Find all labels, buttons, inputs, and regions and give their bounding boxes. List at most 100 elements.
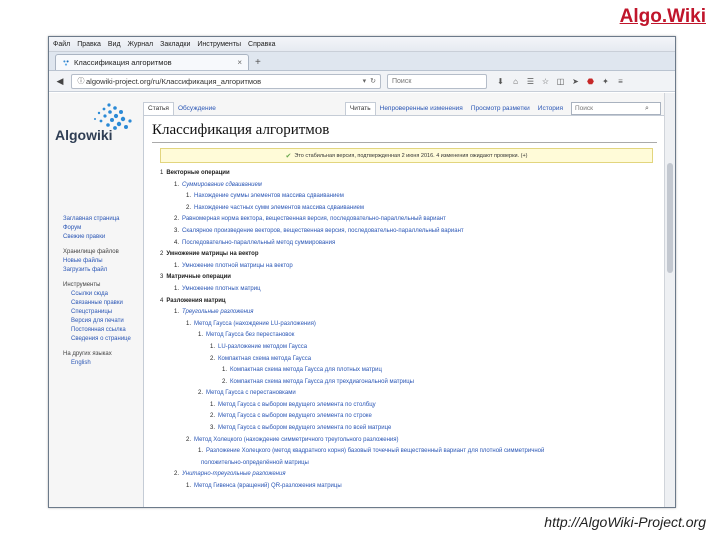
url-bar[interactable]: ⓘ algowiki-project.org/ru/Классификация_… <box>71 73 381 89</box>
toc-item[interactable]: 2 Умножение матрицы на вектор <box>160 249 657 261</box>
toc-item[interactable]: 1. LU-разложение методом Гаусса <box>160 342 657 354</box>
sidebar-link[interactable]: Форум <box>63 224 143 233</box>
toc-link[interactable]: положительно-определённой матрицы <box>201 460 309 466</box>
toc-item[interactable]: 1. Компактная схема метода Гаусса для пло… <box>160 365 657 377</box>
toc-item[interactable]: 1. Нахождение суммы элементов массива сдв… <box>160 191 657 203</box>
toc-link[interactable]: LU-разложение методом Гаусса <box>218 344 307 350</box>
flagged-revision-text[interactable]: Это стабильная версия, подтвержденная 2 … <box>294 153 527 159</box>
toc-item[interactable]: 2. Унитарно-треугольные разложения <box>160 469 657 481</box>
toc-link[interactable]: Компактная схема метода Гаусса <box>218 356 311 362</box>
toc-link[interactable]: Метод Гаусса с выбором ведущего элемента… <box>218 425 391 431</box>
toc-link[interactable]: Векторные операции <box>166 170 229 176</box>
toc-link[interactable]: Метод Холецкого (нахождение симметричног… <box>194 437 399 443</box>
toc-link[interactable]: Метод Гаусса без перестановок <box>206 332 294 338</box>
sidebar-link[interactable]: Связанные правки <box>63 299 143 308</box>
abp-icon[interactable]: ⬣ <box>583 77 598 86</box>
download-icon[interactable]: ⬇ <box>493 77 508 86</box>
toc-item[interactable]: 2. Компактная схема метода Гаусса <box>160 354 657 366</box>
toc-link[interactable]: Равномерная норма вектора, вещественная … <box>182 216 446 222</box>
sidebar-link[interactable]: Свежие правки <box>63 233 143 242</box>
toc-link[interactable]: Метод Гаусса (нахождение LU-разложения) <box>194 321 316 327</box>
menu-help[interactable]: Справка <box>248 41 275 48</box>
toc-item[interactable]: 3 Матричные операции <box>160 272 657 284</box>
send-icon[interactable]: ➤ <box>568 77 583 86</box>
toc-item[interactable]: 1. Умножение плотной матрицы на вектор <box>160 261 657 273</box>
menu-edit[interactable]: Правка <box>77 41 101 48</box>
toc-link[interactable]: Треугольные разложения <box>182 309 253 315</box>
toc-link[interactable]: Скалярное произведение векторов, веществ… <box>182 228 464 234</box>
browser-search-box[interactable] <box>387 73 487 89</box>
toc-link[interactable]: Унитарно-треугольные разложения <box>182 471 286 477</box>
toc-item[interactable]: 1 Векторные операции <box>160 168 657 180</box>
toc-link[interactable]: Последовательно-параллельный метод сумми… <box>182 240 335 246</box>
toc-link[interactable]: Компактная схема метода Гаусса для плотн… <box>230 367 382 373</box>
sidebar-link[interactable]: Ссылки сюда <box>63 290 143 299</box>
menu-icon[interactable]: ≡ <box>613 77 628 86</box>
menu-file[interactable]: Файл <box>53 41 70 48</box>
toc-item[interactable]: 2. Метод Гаусса с выбором ведущего элемен… <box>160 411 657 423</box>
toc-item[interactable]: 1. Метод Гаусса (нахождение LU-разложения… <box>160 319 657 331</box>
menu-view[interactable]: Вид <box>108 41 121 48</box>
search-icon[interactable]: ⌕ <box>645 105 649 113</box>
browser-search-input[interactable] <box>392 77 470 85</box>
browser-tab[interactable]: Классификация алгоритмов × <box>55 54 249 70</box>
toc-link[interactable]: Метод Гивенса (вращений) QR-разложения м… <box>194 483 342 489</box>
back-arrow-icon[interactable]: ◀ <box>53 76 67 87</box>
toc-item[interactable]: 2. Нахождение частных сумм элементов масс… <box>160 203 657 215</box>
toc-link[interactable]: Метод Гаусса с перестановками <box>206 390 296 396</box>
toc-link[interactable]: Матричные операции <box>166 274 231 280</box>
sidebar-link[interactable]: Загрузить файл <box>63 266 143 275</box>
toc-link[interactable]: Нахождение суммы элементов массива сдваи… <box>194 193 344 199</box>
tab-read[interactable]: Читать <box>344 102 376 115</box>
toc-item[interactable]: 4. Последовательно-параллельный метод сум… <box>160 238 657 250</box>
sidebar-link[interactable]: Заглавная страница <box>63 215 143 224</box>
sidebar-link[interactable]: Версия для печати <box>63 317 143 326</box>
pocket-icon[interactable]: ◫ <box>553 77 568 86</box>
sidebar-link[interactable]: Спецстраницы <box>63 308 143 317</box>
toc-link[interactable]: Умножение плотных матриц <box>182 286 261 292</box>
toc-link[interactable]: Нахождение частных сумм элементов массив… <box>194 205 364 211</box>
toc-item[interactable]: положительно-определённой матрицы <box>160 458 657 470</box>
sidebar-link[interactable]: Новые файлы <box>63 257 143 266</box>
tab-pending-changes[interactable]: Непроверенные изменения <box>376 103 467 115</box>
bookmarks-icon[interactable]: ☰ <box>523 77 538 86</box>
chevron-down-icon[interactable]: ▾ <box>363 77 367 85</box>
toc-item[interactable]: 1. Метод Гаусса без перестановок <box>160 330 657 342</box>
toc-link[interactable]: Умножение плотной матрицы на вектор <box>182 263 293 269</box>
toc-item[interactable]: 1. Разложение Холецкого (метод квадратног… <box>160 446 657 458</box>
toc-link[interactable]: Разложения матриц <box>166 298 225 304</box>
scroll-thumb[interactable] <box>667 163 673 273</box>
extension-icon[interactable]: ✦ <box>598 77 613 86</box>
toc-item[interactable]: 1. Метод Гаусса с выбором ведущего элемен… <box>160 400 657 412</box>
toc-item[interactable]: 1. Метод Гивенса (вращений) QR-разложения… <box>160 481 657 493</box>
reload-icon[interactable]: ↻ <box>370 77 376 85</box>
toc-link[interactable]: Компактная схема метода Гаусса для трехд… <box>230 379 414 385</box>
toc-item[interactable]: 1. Треугольные разложения <box>160 307 657 319</box>
toc-link[interactable]: Разложение Холецкого (метод квадратного … <box>206 448 544 454</box>
tab-view-source[interactable]: Просмотр разметки <box>467 103 534 115</box>
tab-history[interactable]: История <box>534 103 567 115</box>
toc-item[interactable]: 3. Скалярное произведение векторов, вещес… <box>160 226 657 238</box>
toc-item[interactable]: 4 Разложения матриц <box>160 296 657 308</box>
sidebar-link[interactable]: Постоянная ссылка <box>63 326 143 335</box>
home-icon[interactable]: ⌂ <box>508 77 523 86</box>
wiki-search-box[interactable]: ⌕ <box>571 102 661 115</box>
info-icon[interactable]: ⓘ <box>76 76 86 86</box>
toc-item[interactable]: 1. Умножение плотных матриц <box>160 284 657 296</box>
new-tab-icon[interactable]: + <box>255 57 261 68</box>
toc-item[interactable]: 2. Метод Гаусса с перестановками <box>160 388 657 400</box>
sidebar-link[interactable]: Сведения о странице <box>63 335 143 344</box>
star-icon[interactable]: ☆ <box>538 77 553 86</box>
toc-link[interactable]: Метод Гаусса с выбором ведущего элемента… <box>218 402 376 408</box>
toc-link[interactable]: Метод Гаусса с выбором ведущего элемента… <box>218 413 372 419</box>
menu-history[interactable]: Журнал <box>128 41 154 48</box>
tab-article[interactable]: Статья <box>143 102 174 115</box>
toc-item[interactable]: 1. Суммирование сдваиванием <box>160 180 657 192</box>
wiki-search-input[interactable] <box>575 105 645 112</box>
toc-item[interactable]: 2. Равномерная норма вектора, вещественна… <box>160 214 657 226</box>
sidebar-link[interactable]: English <box>63 359 143 368</box>
toc-link[interactable]: Умножение матрицы на вектор <box>166 251 258 257</box>
tab-close-icon[interactable]: × <box>237 58 242 67</box>
tab-discussion[interactable]: Обсуждение <box>174 103 220 115</box>
toc-link[interactable]: Суммирование сдваиванием <box>182 182 262 188</box>
